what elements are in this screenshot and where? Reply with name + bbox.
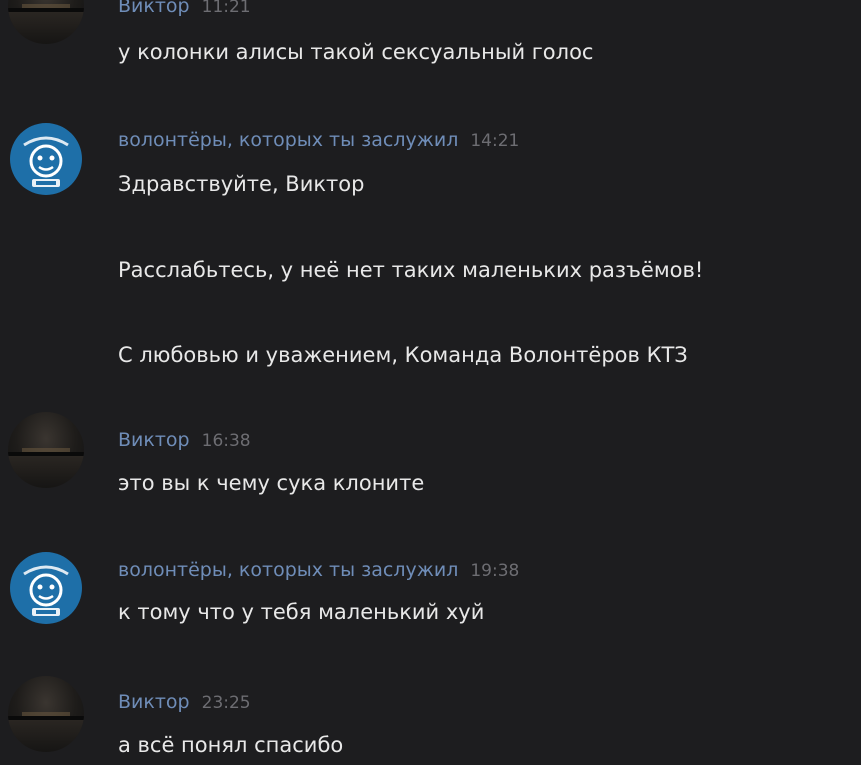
sender-name[interactable]: Виктор xyxy=(118,0,190,17)
message-text: С любовью и уважением, Команда Волонтёро… xyxy=(118,343,688,367)
message-time: 16:38 xyxy=(201,431,251,451)
message-time: 14:21 xyxy=(470,131,520,151)
sender-name[interactable]: волонтёры, которых ты заслужил xyxy=(118,129,458,151)
sender-name[interactable]: Виктор xyxy=(118,691,190,713)
message-text: Здравствуйте, Виктор xyxy=(118,172,365,196)
message-text: к тому что у тебя маленький хуй xyxy=(118,600,485,624)
message-text: а всё понял спасибо xyxy=(118,733,344,757)
chat-history: Виктор 11:21 у колонки алисы такой сексуа… xyxy=(0,0,861,765)
group-avatar-icon[interactable] xyxy=(10,552,82,624)
message-time: 19:38 xyxy=(470,561,520,581)
message-text: это вы к чему сука клоните xyxy=(118,471,425,495)
message-time: 11:21 xyxy=(201,0,251,17)
message-text: у колонки алисы такой сексуальный голос xyxy=(118,40,594,64)
user-avatar-icon[interactable] xyxy=(8,0,84,44)
sender-name[interactable]: волонтёры, которых ты заслужил xyxy=(118,559,458,581)
sender-name[interactable]: Виктор xyxy=(118,429,190,451)
user-avatar-icon[interactable] xyxy=(8,412,84,488)
group-avatar-icon[interactable] xyxy=(10,123,82,195)
message-text: Расслабьтесь, у неё нет таких маленьких … xyxy=(118,258,704,282)
message-time: 23:25 xyxy=(201,693,251,713)
user-avatar-icon[interactable] xyxy=(8,676,84,752)
